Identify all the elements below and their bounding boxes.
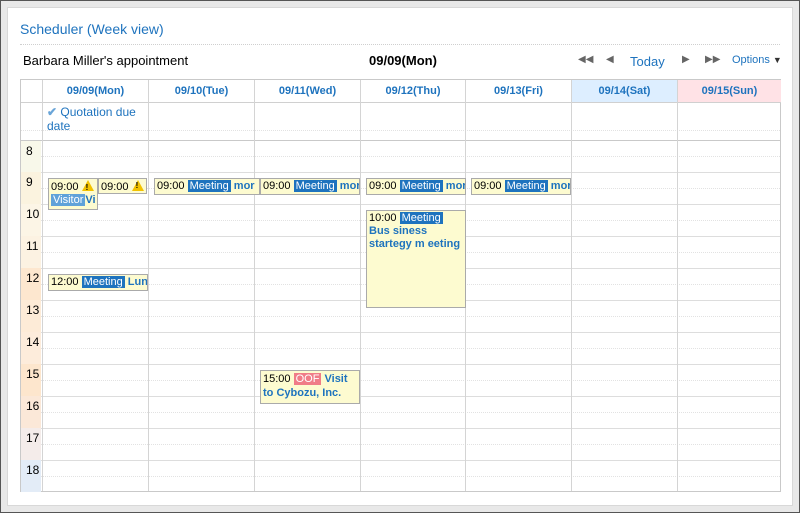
window-frame: Scheduler (Week view) Barbara Miller's a…	[0, 0, 800, 513]
event-tag-meeting: Meeting	[399, 212, 443, 224]
event-wed-visit[interactable]: 15:00 OOF Visit to Cybozu, Inc.	[260, 370, 360, 404]
event-time: 09:00	[51, 181, 79, 193]
event-fri-meeting[interactable]: 09:00 Meeting mor	[471, 178, 571, 195]
grid-line	[21, 380, 780, 381]
event-title: mor	[550, 180, 571, 192]
event-title: Bus siness startegy m eeting	[369, 225, 461, 250]
event-thu-meeting[interactable]: 09:00 Meeting mor	[366, 178, 466, 195]
grid-line	[21, 348, 780, 349]
all-day-event[interactable]: ✔ Quotation due date	[43, 103, 149, 140]
event-tag-meeting: Meeting	[187, 180, 231, 192]
event-title: Lun	[127, 276, 148, 288]
event-mon-visitor[interactable]: 09:00 VisitorVi	[48, 178, 98, 210]
grid-line	[21, 204, 780, 205]
hour-label: 17	[21, 428, 41, 460]
grid-line	[21, 396, 780, 397]
hour-label: 9	[21, 172, 41, 204]
event-time: 10:00	[369, 212, 397, 224]
event-tag-meeting: Meeting	[81, 276, 125, 288]
event-thu-business[interactable]: 10:00 Meeting Bus siness startegy m eeti…	[366, 210, 466, 308]
event-time: 09:00	[263, 180, 291, 192]
grid-line	[21, 428, 780, 429]
event-mon-second[interactable]: 09:00	[98, 178, 147, 194]
scheduler-panel: Scheduler (Week view) Barbara Miller's a…	[7, 7, 793, 506]
header-corner	[21, 80, 43, 103]
grid-line	[21, 130, 780, 131]
day-header-sat[interactable]: 09/14(Sat)	[572, 80, 678, 103]
hour-label: 16	[21, 396, 41, 428]
options-menu[interactable]: Options ▼	[732, 54, 782, 66]
appointment-owner: Barbara Miller's appointment	[23, 53, 189, 68]
hour-label: 14	[21, 332, 41, 364]
hour-label: 18	[21, 460, 41, 492]
event-time: 12:00	[51, 276, 79, 288]
grid-line	[21, 172, 780, 173]
day-header-sun[interactable]: 09/15(Sun)	[678, 80, 781, 103]
event-tag-meeting: Meeting	[504, 180, 548, 192]
grid-line	[21, 156, 780, 157]
grid-line	[21, 316, 780, 317]
column-divider	[148, 80, 149, 491]
today-button[interactable]: Today	[630, 54, 665, 69]
event-tag-meeting: Meeting	[293, 180, 337, 192]
grid-line	[21, 476, 780, 477]
event-wed-meeting[interactable]: 09:00 Meeting mor	[260, 178, 360, 195]
event-title: mor	[445, 180, 466, 192]
page-title: Scheduler (Week view)	[20, 21, 164, 37]
caret-down-icon: ▼	[772, 55, 782, 65]
hour-label: 13	[21, 300, 41, 332]
grid-line	[21, 364, 780, 365]
event-tag-visitor: Visitor	[51, 194, 86, 206]
day-header-wed[interactable]: 09/11(Wed)	[255, 80, 361, 103]
hour-label: 15	[21, 364, 41, 396]
warning-icon	[131, 180, 144, 191]
day-header-mon[interactable]: 09/09(Mon)	[43, 80, 149, 103]
week-grid: 09/09(Mon) 09/10(Tue) 09/11(Wed) 09/12(T…	[20, 79, 781, 492]
column-divider	[677, 80, 678, 491]
day-header-tue[interactable]: 09/10(Tue)	[149, 80, 255, 103]
day-header-fri[interactable]: 09/13(Fri)	[466, 80, 572, 103]
hour-label: 10	[21, 204, 41, 236]
event-time: 09:00	[369, 180, 397, 192]
current-date: 09/09(Mon)	[369, 53, 437, 68]
day-header-thu[interactable]: 09/12(Thu)	[361, 80, 466, 103]
checkmark-icon: ✔	[47, 105, 58, 119]
first-week-button[interactable]: ◀◀	[578, 54, 593, 65]
column-divider	[360, 80, 361, 491]
event-time: 09:00	[157, 180, 185, 192]
event-tag-meeting: Meeting	[399, 180, 443, 192]
options-label: Options	[732, 54, 770, 66]
event-title: Vi	[85, 194, 96, 206]
prev-week-button[interactable]: ◀	[606, 54, 614, 65]
column-divider	[254, 80, 255, 491]
column-divider	[571, 80, 572, 491]
last-week-button[interactable]: ▶▶	[705, 54, 720, 65]
column-divider	[42, 80, 43, 491]
event-tag-oof: OOF	[293, 373, 322, 385]
event-time: 15:00	[263, 373, 291, 385]
next-week-button[interactable]: ▶	[682, 54, 690, 65]
event-title: mor	[339, 180, 360, 192]
hour-label: 11	[21, 236, 41, 268]
event-time: 09:00	[474, 180, 502, 192]
event-title: mor	[233, 180, 255, 192]
event-time: 09:00	[101, 181, 129, 193]
grid-line	[21, 412, 780, 413]
grid-line	[21, 460, 780, 461]
all-day-divider	[21, 140, 780, 141]
all-day-event-title: Quotation due date	[47, 105, 136, 133]
hour-label: 12	[21, 268, 41, 300]
title-divider	[20, 44, 780, 45]
grid-line	[21, 444, 780, 445]
warning-icon	[81, 180, 94, 194]
event-tue-meeting[interactable]: 09:00 Meeting mor	[154, 178, 260, 195]
grid-line	[21, 332, 780, 333]
event-mon-lunch[interactable]: 12:00 Meeting Lun	[48, 274, 148, 291]
hour-label: 8	[21, 141, 41, 172]
